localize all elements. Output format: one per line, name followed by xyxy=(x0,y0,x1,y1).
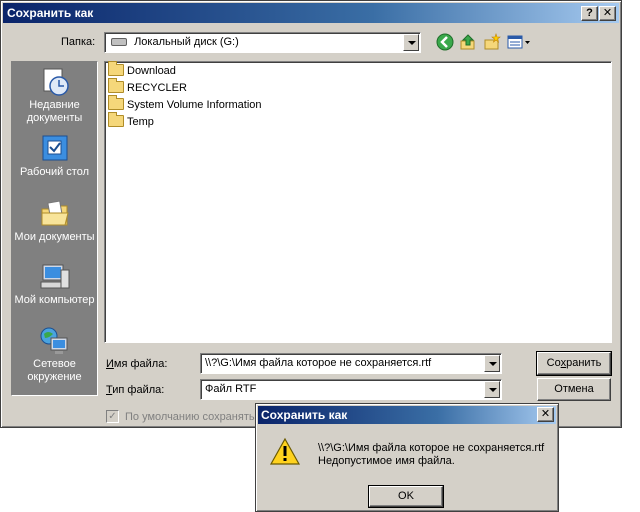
folder-icon xyxy=(108,78,124,93)
default-save-checkbox[interactable]: ✓ xyxy=(106,410,119,423)
list-item[interactable]: Temp xyxy=(108,112,154,130)
error-message: \\?\G:\Имя файла которое не сохраняется.… xyxy=(318,442,544,468)
up-folder-icon[interactable] xyxy=(459,33,477,51)
error-close-button[interactable]: ✕ xyxy=(537,407,554,422)
filetype-select[interactable]: Файл RTF xyxy=(200,379,502,400)
error-title: Сохранить как xyxy=(261,408,348,422)
place-mycomputer-label: Мой компьютер xyxy=(14,294,95,306)
place-recent-label: Недавние документы xyxy=(26,99,83,124)
folder-icon xyxy=(108,95,124,110)
ok-button[interactable]: OK xyxy=(368,485,444,508)
my-computer-icon xyxy=(40,264,69,289)
desktop-icon xyxy=(42,135,67,161)
filename-dropdown-arrow[interactable] xyxy=(484,355,500,372)
default-save-label: По умолчанию сохранять xyxy=(125,411,255,423)
place-desktop-label: Рабочий стол xyxy=(19,166,90,178)
place-mydocs-label: Мои документы xyxy=(14,231,95,243)
cancel-button[interactable]: Отмена xyxy=(537,378,611,401)
list-item[interactable]: System Volume Information xyxy=(108,95,262,113)
filetype-dropdown-arrow[interactable] xyxy=(484,381,500,398)
lookin-dropdown-arrow[interactable] xyxy=(403,34,419,51)
place-network[interactable]: Сетевое окружение xyxy=(12,326,97,384)
close-button[interactable]: ✕ xyxy=(599,6,616,21)
error-reason-text: Недопустимое имя файла. xyxy=(318,455,455,467)
place-recent[interactable]: Недавние документы xyxy=(12,67,97,125)
list-item[interactable]: RECYCLER xyxy=(108,78,187,96)
error-dialog: Сохранить как ✕ \\?\G:\Имя файла которое… xyxy=(255,403,559,512)
lookin-label: Папка: xyxy=(61,36,96,48)
network-icon xyxy=(40,327,67,354)
dialog-title: Сохранить как xyxy=(7,6,94,20)
filename-input[interactable]: \\?\G:\Имя файла которое не сохраняется.… xyxy=(200,353,502,374)
drive-icon xyxy=(111,38,127,46)
save-as-dialog: Сохранить как ? ✕ Папка: Локальный диск … xyxy=(0,0,622,428)
file-list[interactable]: Download RECYCLER System Volume Informat… xyxy=(104,61,612,343)
place-mycomputer[interactable]: Мой компьютер xyxy=(12,262,97,307)
new-folder-icon[interactable] xyxy=(483,33,501,51)
save-button[interactable]: Сохранить xyxy=(536,351,612,376)
filename-label: Имя файла: xyxy=(106,358,168,370)
back-icon[interactable] xyxy=(436,33,454,51)
folder-icon xyxy=(108,61,124,76)
place-mydocs[interactable]: Мои документы xyxy=(12,199,97,244)
place-desktop[interactable]: Рабочий стол xyxy=(12,134,97,179)
recent-documents-icon xyxy=(43,68,69,96)
help-button[interactable]: ? xyxy=(581,6,598,21)
place-network-label: Сетевое окружение xyxy=(27,358,82,383)
lookin-combo[interactable]: Локальный диск (G:) xyxy=(104,32,421,53)
dialog-titlebar[interactable]: Сохранить как ? ✕ xyxy=(3,3,619,23)
view-menu-icon[interactable] xyxy=(507,33,531,51)
filetype-value: Файл RTF xyxy=(205,383,257,395)
folder-icon xyxy=(108,112,124,127)
filename-value: \\?\G:\Имя файла которое не сохраняется.… xyxy=(205,357,432,369)
places-bar: Недавние документы Рабочий стол Мои доку… xyxy=(11,61,98,396)
my-documents-icon xyxy=(41,200,69,226)
lookin-value: Локальный диск (G:) xyxy=(134,36,239,48)
error-titlebar[interactable]: Сохранить как ✕ xyxy=(258,406,556,424)
list-item[interactable]: Download xyxy=(108,61,176,79)
error-path-text: \\?\G:\Имя файла которое не сохраняется.… xyxy=(318,442,545,454)
warning-icon xyxy=(269,437,301,465)
filetype-label: Тип файла: xyxy=(106,384,165,396)
